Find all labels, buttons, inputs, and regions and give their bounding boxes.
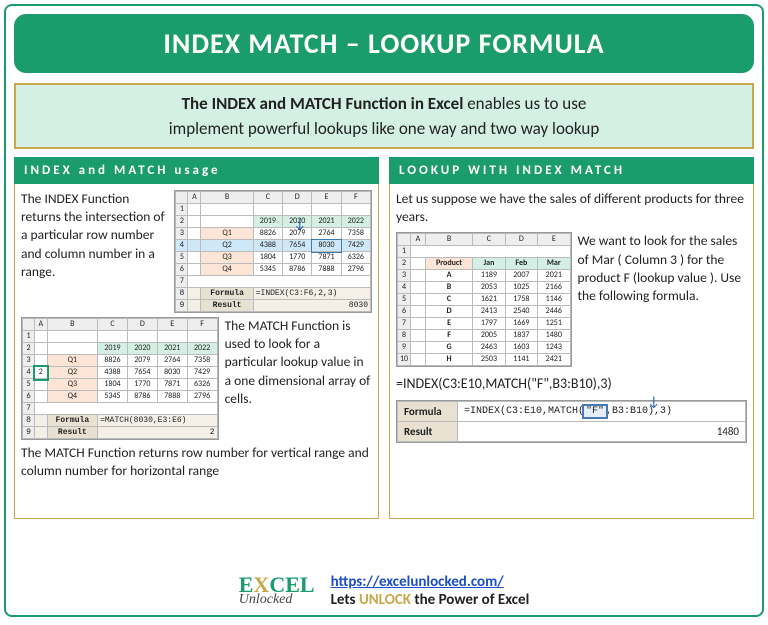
intro-box: The INDEX and MATCH Function in Excel en… <box>14 83 754 149</box>
intro-line2: implement powerful lookups like one way … <box>36 118 732 139</box>
left-header: INDEX and MATCH usage <box>14 157 379 184</box>
result-formula-value: =INDEX(C3:E10,MATCH("F",B3:B10),3) <box>458 402 746 422</box>
result-value: 1480 <box>458 422 746 442</box>
right-header: LOOKUP WITH INDEX MATCH <box>389 157 754 184</box>
intro-bold: The INDEX and MATCH Function in Excel <box>182 93 464 114</box>
right-body: Let us suppose we have the sales of diff… <box>389 184 754 519</box>
index-example-table: ↓ ABCDEF 1 22019202020212022 3Q188262079… <box>174 190 372 313</box>
result-box: ↓ Formula=INDEX(C3:E10,MATCH("F",B3:B10)… <box>396 400 747 443</box>
right-intro-text: Let us suppose we have the sales of diff… <box>396 190 747 226</box>
intro-line1: The INDEX and MATCH Function in Excel en… <box>36 93 732 114</box>
left-column: INDEX and MATCH usage The INDEX Function… <box>14 157 379 519</box>
intro-rest1: enables us to use <box>463 93 586 114</box>
result-label: Result <box>398 422 458 442</box>
title-banner: INDEX MATCH – LOOKUP FORMULA <box>14 14 754 73</box>
match-example-table: ABCDEF 1 22019202020212022 3Q18826207927… <box>21 317 219 440</box>
arrow-down-icon: ↓ <box>293 215 306 232</box>
right-instruction-text: We want to look for the sales of Mar ( C… <box>578 232 748 367</box>
result-formula-label: Formula <box>398 402 458 422</box>
left-text-match: The MATCH Function is used to look for a… <box>225 317 372 440</box>
footer: EXCEL Unlocked https://excelunlocked.com… <box>6 573 762 609</box>
footer-link[interactable]: https://excelunlocked.com/ <box>331 573 504 591</box>
formula-text: =INDEX(C3:E10,MATCH("F",B3:B10),3) <box>396 375 747 392</box>
columns: INDEX and MATCH usage The INDEX Function… <box>14 157 754 519</box>
left-body: The INDEX Function returns the intersect… <box>14 184 379 519</box>
footer-tagline: Lets UNLOCK the Power of Excel <box>331 591 530 609</box>
logo: EXCEL Unlocked <box>239 576 315 607</box>
products-table: ABCDE 1 2ProductJanFebMar 3A118920072021… <box>396 232 572 367</box>
footer-text: https://excelunlocked.com/ Lets UNLOCK t… <box>331 573 530 609</box>
page-title: INDEX MATCH – LOOKUP FORMULA <box>163 26 604 61</box>
left-text-match-note: The MATCH Function returns row number fo… <box>21 444 372 480</box>
right-column: LOOKUP WITH INDEX MATCH Let us suppose w… <box>389 157 754 519</box>
page-container: INDEX MATCH – LOOKUP FORMULA The INDEX a… <box>4 4 764 617</box>
left-text-index: The INDEX Function returns the intersect… <box>21 190 168 313</box>
arrow-down-icon: ↓ <box>647 393 660 410</box>
